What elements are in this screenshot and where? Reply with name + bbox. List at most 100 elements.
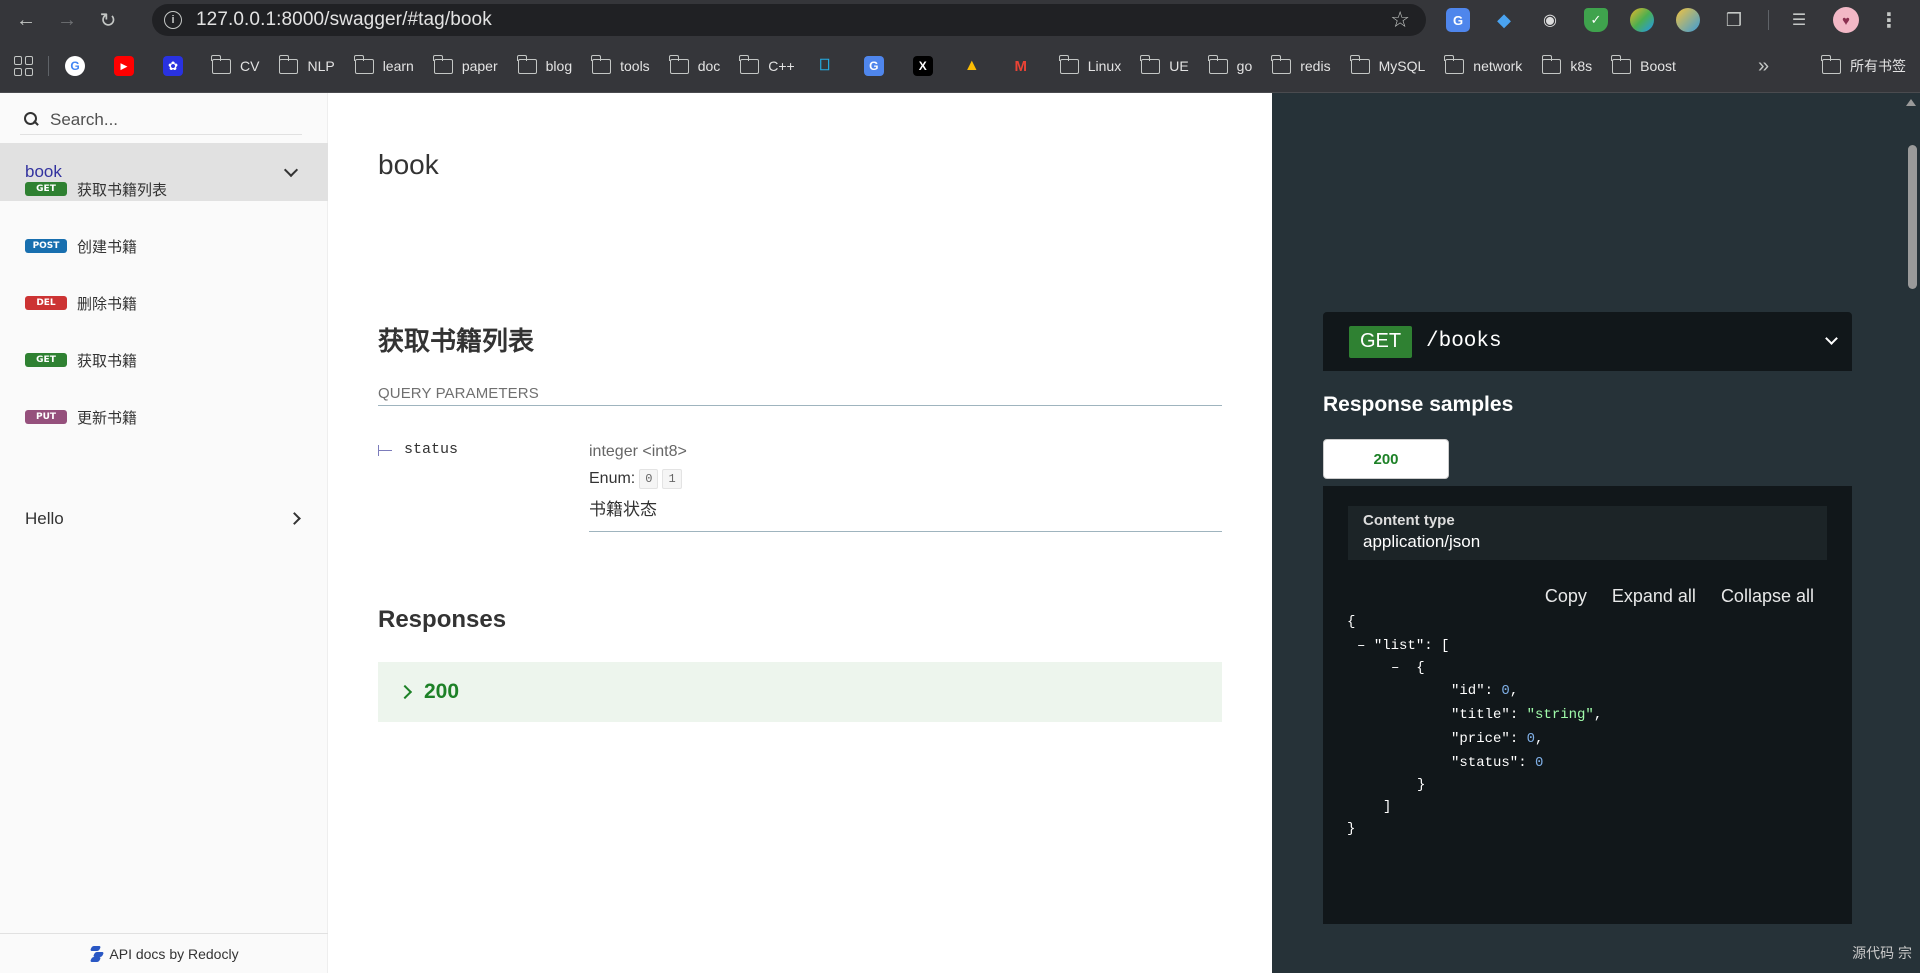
sidebar-op-label: 创建书籍 [77,238,138,256]
sample-tab-200[interactable]: 200 [1323,439,1449,479]
url-text[interactable]: 127.0.0.1:8000/swagger/#tag/book [196,9,492,31]
endpoint-path: /books [1426,330,1502,353]
bookmark-folder[interactable]: doc [668,54,720,74]
bookmark-folder[interactable]: Boost [1611,54,1676,74]
bookmark-folder[interactable]: CV [211,54,259,74]
folder-icon [1821,54,1841,74]
enum-value: 1 [662,469,682,489]
bookmark-google[interactable]: G [65,56,94,76]
globe-extension-icon[interactable] [1676,8,1700,32]
scroll-up-arrow-icon[interactable] [1906,99,1916,106]
apps-grid-icon[interactable] [14,56,34,76]
operation-title: 获取书籍列表 [378,326,535,356]
bookmark-drive[interactable]: ▲ [962,56,991,76]
bookmark-folder[interactable]: go [1207,54,1252,74]
search-input[interactable] [50,109,290,130]
json-toolbar: Copy Expand all Collapse all [1520,586,1814,607]
enum-label: Enum: [589,470,636,487]
browser-toolbar: ← → ↻ i 127.0.0.1:8000/swagger/#tag/book… [0,0,1920,40]
folder-icon [668,54,689,74]
folder-icon [1207,54,1228,74]
json-brace: { [1347,614,1356,630]
sidebar-op-delete-book[interactable]: DEL 删除书籍 [25,293,137,313]
param-type: integer <int8> [589,443,687,460]
json-brace: } [1347,821,1356,837]
bookmark-folder[interactable]: UE [1140,54,1189,74]
shield-extension-icon[interactable]: ✓ [1584,8,1608,32]
reload-icon[interactable]: ↻ [93,5,123,35]
profile-avatar[interactable]: ♥ [1833,7,1859,33]
bookmark-youtube[interactable]: ▶ [114,56,143,76]
folder-icon [211,54,231,74]
bookmark-folder[interactable]: blog [516,54,572,74]
method-badge: GET [25,182,67,196]
json-key: "price" [1451,731,1510,747]
diamond-extension-icon[interactable]: ◆ [1492,8,1516,32]
folder-icon [1541,54,1562,74]
bookmark-x[interactable]: X [912,56,942,76]
json-field: "status": 0 [1451,755,1544,771]
json-value: "string" [1526,707,1594,723]
more-bookmarks-icon[interactable]: » [1758,55,1769,78]
bookmark-folder[interactable]: MySQL [1349,54,1425,74]
folder-icon [433,54,453,74]
copy-button[interactable]: Copy [1545,586,1587,607]
all-bookmarks-button[interactable]: 所有书签 [1821,54,1906,76]
page-scrollbar[interactable] [1904,93,1920,973]
bookmark-folder[interactable]: redis [1271,54,1331,74]
site-info-icon[interactable]: i [164,11,182,29]
json-object-close: } [1417,777,1426,793]
bookmark-folder[interactable]: tools [591,54,650,74]
sidebar-op-label: 获取书籍列表 [77,181,168,199]
bookmark-folder[interactable]: Linux [1058,54,1121,74]
search-box [20,105,302,135]
forward-icon[interactable]: → [52,5,82,35]
sidebar-group-hello[interactable]: Hello [25,509,303,529]
endpoint-toggle[interactable]: GET /books [1323,312,1852,371]
browser-menu-icon[interactable]: ⋮ [1879,8,1899,33]
redocly-link[interactable]: API docs by Redocly [0,933,328,973]
bookmark-folder[interactable]: network [1444,54,1522,74]
response-200-toggle[interactable]: 200 [378,662,1222,722]
sidebar-op-create-book[interactable]: POST 创建书籍 [25,236,137,256]
back-icon[interactable]: ← [11,5,41,35]
bookmark-folder[interactable]: paper [433,54,498,74]
chevron-down-icon [1825,332,1838,345]
bookmark-star-icon[interactable]: ☆ [1390,7,1410,33]
bookmark-folder[interactable]: NLP [278,54,335,74]
sidebar-op-list-books[interactable]: GET 获取书籍列表 [25,179,167,199]
spy-extension-icon[interactable]: ◉ [1538,8,1562,32]
bookmark-bilibili[interactable]: ⎕ [815,56,844,76]
puzzle-extensions-icon[interactable]: ❒ [1722,8,1746,32]
expand-all-button[interactable]: Expand all [1612,586,1696,607]
sidebar-op-get-book[interactable]: GET 获取书籍 [25,350,137,370]
scrollbar-thumb[interactable] [1908,145,1917,289]
translate-extension-icon[interactable]: G [1446,8,1470,32]
bookmark-baidu[interactable]: ✿ [163,56,192,76]
bookmark-translate[interactable]: G [863,56,893,76]
sidebar-op-label: 获取书籍 [77,352,138,370]
content-type-box: Content type application/json [1348,506,1827,560]
collapse-all-button[interactable]: Collapse all [1721,586,1814,607]
json-comma: , [1509,683,1519,699]
reading-list-icon[interactable]: ☰ [1787,8,1811,32]
chevron-right-icon [288,512,301,525]
sidebar: book GET 获取书籍列表 POST 创建书籍 DEL 删除书籍 GET 获… [0,93,328,973]
content-type-value: application/json [1363,532,1481,551]
bookmark-folder[interactable]: C++ [739,54,795,74]
json-collapse-toggle[interactable]: – [1357,638,1365,654]
bookmark-folder[interactable]: learn [353,54,414,74]
json-collapse-toggle[interactable]: – [1391,660,1399,676]
json-value: 0 [1535,755,1544,771]
chevron-down-icon [283,162,299,178]
redocly-logo-icon [89,945,105,962]
address-bar[interactable]: i 127.0.0.1:8000/swagger/#tag/book ☆ [152,4,1426,36]
bookmark-folder[interactable]: k8s [1541,54,1592,74]
color-extension-icon[interactable] [1630,8,1654,32]
json-key: "status" [1451,755,1519,771]
bookmark-gmail[interactable]: M [1011,56,1040,76]
method-badge: PUT [25,410,67,424]
youtube-icon: ▶ [114,56,134,76]
sidebar-op-update-book[interactable]: PUT 更新书籍 [25,407,137,427]
param-name: status [404,441,459,458]
